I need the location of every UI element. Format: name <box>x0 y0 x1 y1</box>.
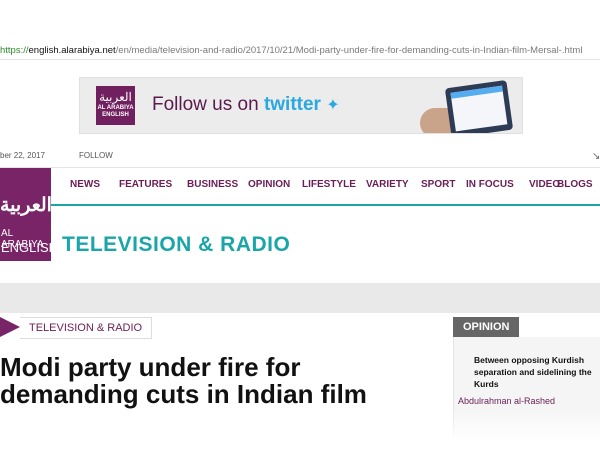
nav-item-features[interactable]: FEATURES <box>119 179 172 190</box>
category-tab[interactable]: TELEVISION & RADIO <box>20 317 153 339</box>
phone-image <box>444 79 514 133</box>
ad-logo: العربية AL ARABIYA ENGLISH <box>96 86 135 125</box>
twitter-bird-icon: ✦ <box>326 97 340 114</box>
ad-logo-line2: ENGLISH <box>102 112 129 118</box>
url-path: /en/media/television-and-radio/2017/10/2… <box>115 45 583 56</box>
nav-item-in-focus[interactable]: IN FOCUS <box>466 179 514 190</box>
site-logo-line2: ENGLISH <box>1 240 59 255</box>
section-band <box>0 283 600 313</box>
url-host: english.alarabiya.net <box>28 45 116 56</box>
ad-follow-label: Follow us on <box>152 94 259 115</box>
nav-item-opinion[interactable]: OPINION <box>248 179 290 190</box>
category-arrow-icon <box>0 317 20 337</box>
ad-logo-line1: AL ARABIYA <box>97 105 134 111</box>
bottom-fade <box>0 408 600 450</box>
address-bar[interactable]: https://english.alarabiya.net/en/media/t… <box>0 43 600 60</box>
nav-item-business[interactable]: BUSINESS <box>187 179 238 190</box>
section-title: TELEVISION & RADIO <box>62 233 291 256</box>
site-logo-arabic: العربية <box>0 194 52 216</box>
search-icon[interactable]: ↘ <box>592 151 600 162</box>
article-headline: Modi party under fire for demanding cuts… <box>0 352 367 409</box>
site-logo[interactable]: العربية AL ARABIYA ENGLISH <box>0 168 58 261</box>
twitter-ad-banner[interactable]: العربية AL ARABIYA ENGLISH Follow us on … <box>79 77 523 134</box>
ad-follow-text: Follow us on twitter ✦ <box>152 94 340 116</box>
header-divider <box>0 167 600 168</box>
nav-item-news[interactable]: NEWS <box>70 179 100 190</box>
ad-twitter-word: twitter <box>263 94 321 115</box>
nav-item-blogs[interactable]: BLOGS <box>557 179 593 190</box>
follow-label[interactable]: FOLLOW <box>79 151 113 160</box>
opinion-author[interactable]: Abdulrahman al-Rashed <box>458 396 555 406</box>
nav-item-variety[interactable]: VARIETY <box>366 179 409 190</box>
nav-item-video[interactable]: VIDEO <box>529 179 560 190</box>
nav-item-lifestyle[interactable]: LIFESTYLE <box>302 179 356 190</box>
date-label: ber 22, 2017 <box>0 151 45 160</box>
opinion-tab[interactable]: OPINION <box>453 317 520 337</box>
nav-item-sport[interactable]: SPORT <box>421 179 455 190</box>
opinion-title[interactable]: Between opposing Kurdish separation and … <box>474 354 600 390</box>
ad-logo-arabic: العربية <box>99 90 132 104</box>
url-protocol: https:// <box>0 45 29 56</box>
nav-underline <box>51 204 600 206</box>
